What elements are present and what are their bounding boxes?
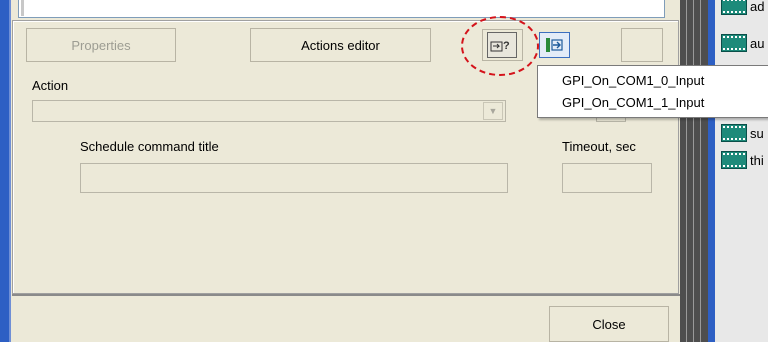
- gpi-input-menu: GPI_On_COM1_0_Input GPI_On_COM1_1_Input: [537, 65, 768, 118]
- schedule-command-label: Schedule command title: [80, 139, 219, 154]
- menu-item-gpi-com1-0[interactable]: GPI_On_COM1_0_Input: [538, 70, 768, 92]
- list-item-label: thi: [750, 152, 764, 168]
- splitter-line: [700, 0, 701, 342]
- list-item-label: ad: [750, 0, 765, 14]
- splitter-bar[interactable]: [680, 0, 708, 342]
- list-item-label: au: [750, 35, 765, 51]
- list-item-label: su: [750, 125, 764, 141]
- film-icon: [721, 34, 747, 52]
- blank-button[interactable]: [621, 28, 663, 62]
- splitter-line: [693, 0, 694, 342]
- list-item[interactable]: ad: [721, 0, 764, 16]
- window-frame-left-inner: [9, 0, 11, 342]
- close-button-label: Close: [592, 316, 626, 332]
- actions-editor-button-label: Actions editor: [301, 37, 380, 53]
- film-icon: [721, 124, 747, 142]
- menu-item-gpi-com1-1[interactable]: GPI_On_COM1_1_Input: [538, 92, 768, 114]
- top-list-fragment[interactable]: [18, 0, 665, 18]
- properties-button[interactable]: Properties: [26, 28, 176, 62]
- list-item[interactable]: thi: [721, 150, 764, 170]
- actions-editor-button[interactable]: Actions editor: [250, 28, 431, 62]
- window-frame-left: [0, 0, 9, 342]
- window-frame-right: [708, 0, 715, 342]
- panel-separator: [12, 294, 681, 296]
- splitter-line: [686, 0, 687, 342]
- film-icon: [721, 0, 747, 15]
- action-label: Action: [32, 78, 69, 93]
- list-item[interactable]: au: [721, 33, 764, 53]
- list-item[interactable]: su: [721, 123, 764, 143]
- timeout-label: Timeout, sec: [562, 139, 636, 154]
- highlight-circle: [461, 16, 539, 76]
- schedule-command-input[interactable]: [80, 163, 508, 193]
- top-list-scroll-edge: [21, 0, 24, 16]
- close-button[interactable]: Close: [549, 306, 669, 342]
- gpi-input-icon[interactable]: [539, 32, 570, 58]
- film-icon: [721, 151, 747, 169]
- action-combobox[interactable]: [32, 100, 506, 122]
- properties-button-label: Properties: [71, 37, 131, 53]
- chevron-down-icon[interactable]: ▼: [483, 102, 503, 120]
- timeout-input[interactable]: [562, 163, 652, 193]
